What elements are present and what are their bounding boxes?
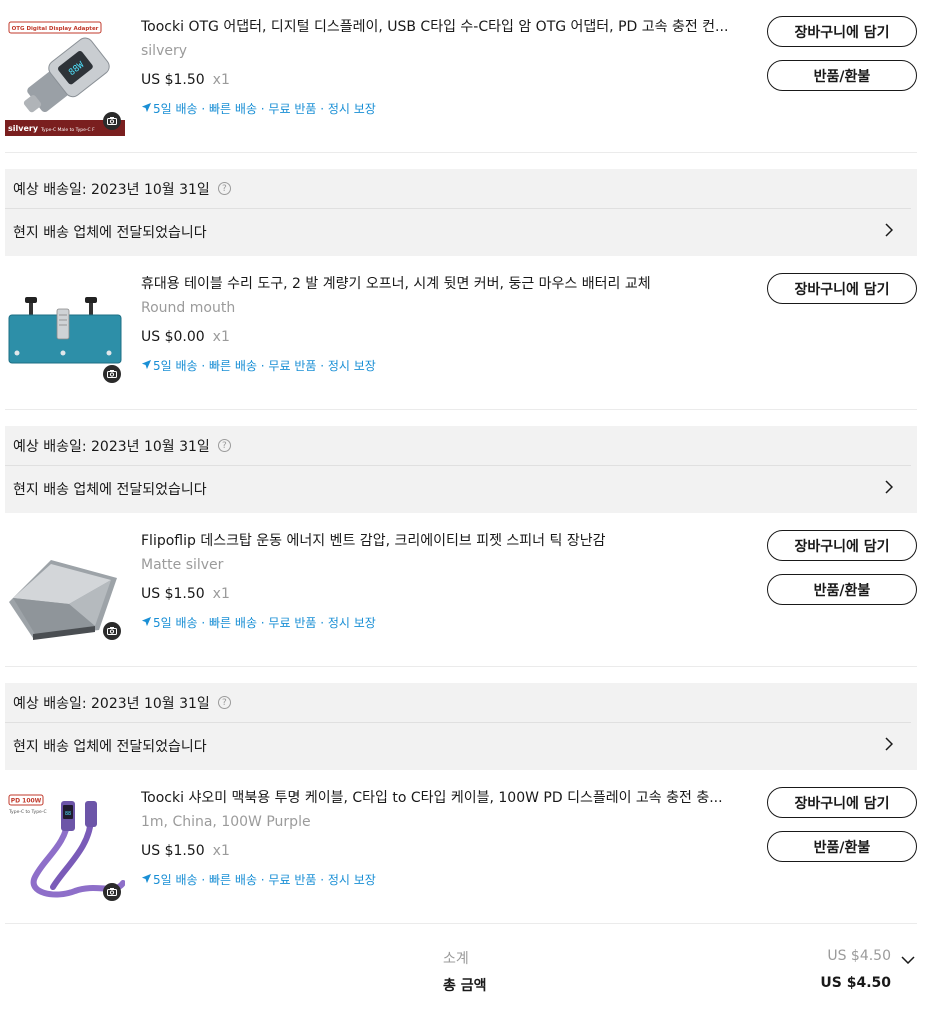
product-image[interactable] <box>5 273 125 393</box>
product-image[interactable] <box>5 530 125 650</box>
shipping-text: 5일 배송 · 빠른 배송 · 무료 반품 · 정시 보장 <box>153 102 376 116</box>
return-refund-button[interactable]: 반품/환불 <box>767 574 917 605</box>
help-icon[interactable]: ? <box>217 696 231 709</box>
shipping-text: 5일 배송 · 빠른 배송 · 무료 반품 · 정시 보장 <box>153 616 376 630</box>
shipping-info: 5일 배송 · 빠른 배송 · 무료 반품 · 정시 보장 <box>141 871 741 889</box>
product-qty: x1 <box>212 586 230 602</box>
order-item: PD 100W Type-C to Type-C 88 Toocki 샤오미 맥… <box>5 771 917 924</box>
camera-icon[interactable] <box>103 622 121 640</box>
shipping-info: 5일 배송 · 빠른 배송 · 무료 반품 · 정시 보장 <box>141 614 741 632</box>
camera-icon[interactable] <box>103 365 121 383</box>
order-item: Flipoflip 데스크탑 운동 에너지 벤트 감압, 크리에이티브 피젯 스… <box>5 514 917 667</box>
camera-icon[interactable] <box>103 883 121 901</box>
plane-icon <box>141 871 152 889</box>
shipping-info: 5일 배송 · 빠른 배송 · 무료 반품 · 정시 보장 <box>141 357 741 375</box>
shipping-text: 5일 배송 · 빠른 배송 · 무료 반품 · 정시 보장 <box>153 359 376 373</box>
total-label: 총 금액 <box>443 978 487 994</box>
subtotal-label: 소계 <box>443 951 469 967</box>
svg-text:88: 88 <box>65 811 71 817</box>
product-variant: Round mouth <box>141 300 236 316</box>
chevron-right-icon <box>885 737 894 755</box>
product-image[interactable]: OTG Digital Display Adapter 88W silvery … <box>5 16 125 136</box>
product-title[interactable]: Flipoflip 데스크탑 운동 에너지 벤트 감압, 크리에이티브 피젯 스… <box>141 530 739 552</box>
svg-text:silvery: silvery <box>8 124 39 133</box>
product-image[interactable]: PD 100W Type-C to Type-C 88 <box>5 787 125 907</box>
delivery-status-block: 예상 배송일: 2023년 10월 31일 ? 현지 배송 업체에 전달되었습니… <box>5 169 917 256</box>
return-refund-button[interactable]: 반품/환불 <box>767 831 917 862</box>
product-variant: Matte silver <box>141 557 224 573</box>
delivery-date: 예상 배송일: 2023년 10월 31일 <box>13 695 210 712</box>
return-refund-button[interactable]: 반품/환불 <box>767 60 917 91</box>
add-to-cart-button[interactable]: 장바구니에 담기 <box>767 530 917 561</box>
image-label: OTG Digital Display Adapter <box>12 26 99 32</box>
product-price: US $1.50 <box>141 586 205 602</box>
chevron-right-icon <box>885 223 894 241</box>
plane-icon <box>141 614 152 632</box>
delivery-status: 현지 배송 업체에 전달되었습니다 <box>13 739 207 755</box>
delivery-status-block: 예상 배송일: 2023년 10월 31일 ? 현지 배송 업체에 전달되었습니… <box>5 683 917 770</box>
product-variant: 1m, China, 100W Purple <box>141 814 311 830</box>
product-title[interactable]: Toocki OTG 어댑터, 디지털 디스플레이, USB C타입 수-C타입… <box>141 16 739 38</box>
plane-icon <box>141 357 152 375</box>
delivery-status-row[interactable]: 현지 배송 업체에 전달되었습니다 <box>5 466 917 512</box>
camera-icon[interactable] <box>103 112 121 130</box>
add-to-cart-button[interactable]: 장바구니에 담기 <box>767 273 917 304</box>
image-label: PD 100W <box>11 798 42 805</box>
chevron-right-icon <box>885 480 894 498</box>
product-qty: x1 <box>212 329 230 345</box>
product-variant: silvery <box>141 43 188 59</box>
delivery-status-row[interactable]: 현지 배송 업체에 전달되었습니다 <box>5 209 917 255</box>
plane-icon <box>141 100 152 118</box>
order-summary: 소계 US $4.50 총 금액 US $4.50 <box>0 940 929 1010</box>
order-item: 휴대용 테이블 수리 도구, 2 발 계량기 오프너, 시계 뒷면 커버, 둥근… <box>5 257 917 410</box>
shipping-text: 5일 배송 · 빠른 배송 · 무료 반품 · 정시 보장 <box>153 873 376 887</box>
delivery-status-row[interactable]: 현지 배송 업체에 전달되었습니다 <box>5 723 917 769</box>
help-icon[interactable]: ? <box>217 182 231 195</box>
svg-text:Type-C Male to Type-C F: Type-C Male to Type-C F <box>40 127 95 133</box>
delivery-date: 예상 배송일: 2023년 10월 31일 <box>13 181 210 198</box>
delivery-date: 예상 배송일: 2023년 10월 31일 <box>13 438 210 455</box>
add-to-cart-button[interactable]: 장바구니에 담기 <box>767 16 917 47</box>
product-qty: x1 <box>212 843 230 859</box>
product-price: US $0.00 <box>141 329 205 345</box>
subtotal-value: US $4.50 <box>827 948 891 964</box>
add-to-cart-button[interactable]: 장바구니에 담기 <box>767 787 917 818</box>
product-title[interactable]: Toocki 샤오미 맥북용 투명 케이블, C타입 to C타입 케이블, 1… <box>141 787 739 809</box>
shipping-info: 5일 배송 · 빠른 배송 · 무료 반품 · 정시 보장 <box>141 100 741 118</box>
delivery-status: 현지 배송 업체에 전달되었습니다 <box>13 482 207 498</box>
delivery-status-block: 예상 배송일: 2023년 10월 31일 ? 현지 배송 업체에 전달되었습니… <box>5 426 917 513</box>
help-icon[interactable]: ? <box>217 439 231 452</box>
product-price: US $1.50 <box>141 72 205 88</box>
product-price: US $1.50 <box>141 843 205 859</box>
order-item: OTG Digital Display Adapter 88W silvery … <box>5 0 917 153</box>
delivery-status: 현지 배송 업체에 전달되었습니다 <box>13 225 207 241</box>
chevron-down-icon[interactable] <box>901 952 915 968</box>
total-value: US $4.50 <box>820 975 891 991</box>
product-title[interactable]: 휴대용 테이블 수리 도구, 2 발 계량기 오프너, 시계 뒷면 커버, 둥근… <box>141 273 739 295</box>
svg-text:Type-C to Type-C: Type-C to Type-C <box>8 809 47 815</box>
product-qty: x1 <box>212 72 230 88</box>
